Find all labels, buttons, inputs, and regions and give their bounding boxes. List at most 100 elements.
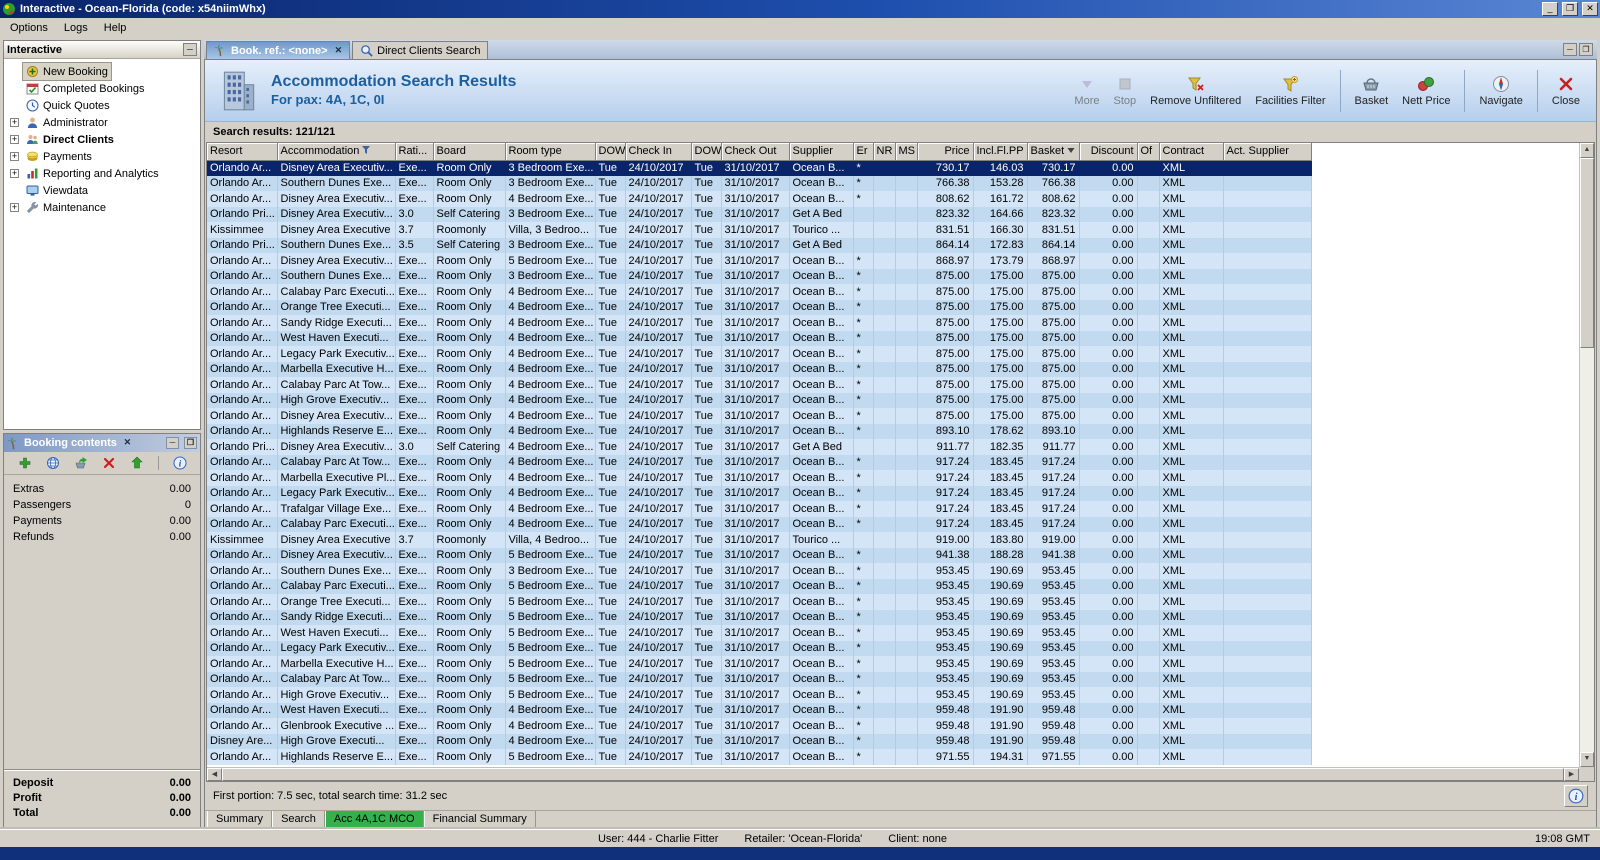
close-tab-icon[interactable]: ✕	[335, 45, 343, 56]
column-header-nr[interactable]: NR	[873, 143, 895, 160]
booking-panel-minimize-icon[interactable]: ─	[166, 437, 179, 449]
globe-button[interactable]	[44, 454, 62, 472]
table-row[interactable]: KissimmeeDisney Area Executive3.7Roomonl…	[207, 532, 1311, 548]
table-row[interactable]: Orlando Ar...Orange Tree Executi...Exe..…	[207, 594, 1311, 610]
menu-logs[interactable]: Logs	[56, 20, 96, 36]
table-row[interactable]: Orlando Ar...Trafalgar Village Exe...Exe…	[207, 501, 1311, 517]
table-row[interactable]: Orlando Ar...Legacy Park Executiv...Exe.…	[207, 486, 1311, 502]
sidebar-item-new-booking[interactable]: New Booking	[4, 63, 200, 80]
table-row[interactable]: Orlando Ar...Sandy Ridge Executi...Exe..…	[207, 610, 1311, 626]
column-header-price[interactable]: Price	[917, 143, 973, 160]
table-row[interactable]: Orlando Ar...Legacy Park Executiv...Exe.…	[207, 641, 1311, 657]
column-header-check-in[interactable]: Check In	[625, 143, 691, 160]
table-row[interactable]: Orlando Ar...Disney Area Executiv...Exe.…	[207, 160, 1311, 176]
table-row[interactable]: Orlando Ar...Southern Dunes Exe...Exe...…	[207, 176, 1311, 192]
column-header-basket[interactable]: Basket	[1027, 143, 1079, 160]
table-row[interactable]: Orlando Ar...Marbella Executive H...Exe.…	[207, 656, 1311, 672]
table-row[interactable]: Orlando Ar...High Grove Executiv...Exe..…	[207, 393, 1311, 409]
column-header-supplier[interactable]: Supplier	[789, 143, 853, 160]
mdi-restore-icon[interactable]: ❐	[1579, 43, 1593, 56]
table-row[interactable]: Orlando Ar...Highlands Reserve E...Exe..…	[207, 424, 1311, 440]
column-header-act-supplier[interactable]: Act. Supplier	[1223, 143, 1311, 160]
table-row[interactable]: KissimmeeDisney Area Executive3.7Roomonl…	[207, 222, 1311, 238]
column-header-incl-fl-pp[interactable]: Incl.Fl.PP	[973, 143, 1027, 160]
expand-icon[interactable]: +	[10, 118, 19, 127]
column-header-accommodation[interactable]: Accommodation	[277, 143, 395, 160]
table-row[interactable]: Orlando Ar...Marbella Executive Pl...Exe…	[207, 470, 1311, 486]
menu-help[interactable]: Help	[96, 20, 135, 36]
sidebar-item-maintenance[interactable]: +Maintenance	[4, 199, 200, 216]
column-header-er[interactable]: Er	[853, 143, 873, 160]
column-header-resort[interactable]: Resort	[207, 143, 277, 160]
tab-book-ref-none[interactable]: Book. ref.: <none>✕	[206, 41, 350, 59]
scroll-up-icon[interactable]: ▲	[1580, 143, 1594, 158]
mdi-minimize-icon[interactable]: ─	[1563, 43, 1577, 56]
table-row[interactable]: Orlando Ar...Calabay Parc At Tow...Exe..…	[207, 672, 1311, 688]
info-button[interactable]: i	[171, 454, 189, 472]
table-row[interactable]: Orlando Ar...Calabay Parc Executi...Exe.…	[207, 517, 1311, 533]
sidebar-item-completed-bookings[interactable]: Completed Bookings	[4, 80, 200, 97]
info-button[interactable]: i	[1564, 785, 1588, 807]
expand-icon[interactable]: +	[10, 203, 19, 212]
table-row[interactable]: Orlando Ar...West Haven Executi...Exe...…	[207, 625, 1311, 641]
booking-content-row[interactable]: Extras0.00	[13, 481, 191, 497]
more-button[interactable]: More	[1070, 73, 1103, 109]
column-header-contract[interactable]: Contract	[1159, 143, 1223, 160]
table-row[interactable]: Orlando Ar...Glenbrook Executive ...Exe.…	[207, 718, 1311, 734]
maximize-button[interactable]: ❐	[1562, 2, 1578, 16]
tab-direct-clients-search[interactable]: Direct Clients Search	[352, 41, 488, 59]
horizontal-scrollbar[interactable]: ◀ ▶	[207, 767, 1579, 781]
column-header-of[interactable]: Of	[1137, 143, 1159, 160]
stop-button[interactable]: Stop	[1109, 73, 1140, 109]
table-row[interactable]: Orlando Ar...Orange Tree Executi...Exe..…	[207, 300, 1311, 316]
expand-icon[interactable]: +	[10, 169, 19, 178]
expand-icon[interactable]: +	[10, 152, 19, 161]
minimize-button[interactable]: _	[1542, 2, 1558, 16]
vertical-scrollbar[interactable]: ▲ ▼	[1579, 143, 1594, 767]
booking-panel-restore-icon[interactable]: ❐	[184, 437, 197, 449]
hscroll-thumb[interactable]	[222, 768, 1564, 781]
table-row[interactable]: Orlando Pri...Disney Area Executiv...3.0…	[207, 207, 1311, 223]
column-header-dow[interactable]: DOW	[595, 143, 625, 160]
table-row[interactable]: Orlando Ar...Marbella Executive H...Exe.…	[207, 362, 1311, 378]
close-window-button[interactable]: ✕	[1582, 2, 1598, 16]
add-button[interactable]	[16, 454, 34, 472]
column-header-discount[interactable]: Discount	[1079, 143, 1137, 160]
basket-button[interactable]: Basket	[1351, 73, 1393, 109]
sidebar-item-payments[interactable]: +Payments	[4, 148, 200, 165]
navigate-button[interactable]: Navigate	[1475, 73, 1526, 109]
table-row[interactable]: Orlando Ar...Sandy Ridge Executi...Exe..…	[207, 315, 1311, 331]
table-row[interactable]: Orlando Ar...Disney Area Executiv...Exe.…	[207, 408, 1311, 424]
send-basket-button[interactable]	[72, 454, 90, 472]
remove-unfiltered-button[interactable]: Remove Unfiltered	[1146, 73, 1245, 109]
sidebar-item-viewdata[interactable]: Viewdata	[4, 182, 200, 199]
column-header-board[interactable]: Board	[433, 143, 505, 160]
promote-button[interactable]	[128, 454, 146, 472]
table-row[interactable]: Orlando Ar...West Haven Executi...Exe...…	[207, 703, 1311, 719]
column-header-dow[interactable]: DOW	[691, 143, 721, 160]
vscroll-thumb[interactable]	[1580, 158, 1594, 348]
table-row[interactable]: Orlando Ar...Calabay Parc Executi...Exe.…	[207, 579, 1311, 595]
expand-icon[interactable]: +	[10, 135, 19, 144]
close-booking-panel-icon[interactable]: ✕	[121, 437, 134, 449]
collapse-panel-icon[interactable]: ─	[183, 43, 197, 56]
table-row[interactable]: Orlando Ar...High Grove Executiv...Exe..…	[207, 687, 1311, 703]
bottom-tab-financial-summary[interactable]: Financial Summary	[424, 811, 536, 828]
table-row[interactable]: Orlando Ar...Southern Dunes Exe...Exe...…	[207, 269, 1311, 285]
scroll-down-icon[interactable]: ▼	[1580, 752, 1594, 767]
table-row[interactable]: Orlando Ar...Disney Area Executiv...Exe.…	[207, 191, 1311, 207]
sidebar-item-direct-clients[interactable]: +Direct Clients	[4, 131, 200, 148]
table-row[interactable]: Orlando Ar...West Haven Executi...Exe...…	[207, 331, 1311, 347]
table-row[interactable]: Orlando Pri...Southern Dunes Exe...3.5Se…	[207, 238, 1311, 254]
booking-content-row[interactable]: Refunds0.00	[13, 529, 191, 545]
close-button[interactable]: Close	[1548, 73, 1584, 109]
nett-price-button[interactable]: Nett Price	[1398, 73, 1454, 109]
menu-options[interactable]: Options	[2, 20, 56, 36]
bottom-tab-acc-4a-1c-mco[interactable]: Acc 4A,1C MCO	[325, 811, 424, 828]
table-row[interactable]: Orlando Pri...Disney Area Executiv...3.0…	[207, 439, 1311, 455]
table-row[interactable]: Orlando Ar...Legacy Park Executiv...Exe.…	[207, 346, 1311, 362]
column-header-rati[interactable]: Rati...	[395, 143, 433, 160]
booking-content-row[interactable]: Passengers0	[13, 497, 191, 513]
column-header-check-out[interactable]: Check Out	[721, 143, 789, 160]
sidebar-item-reporting-and-analytics[interactable]: +Reporting and Analytics	[4, 165, 200, 182]
